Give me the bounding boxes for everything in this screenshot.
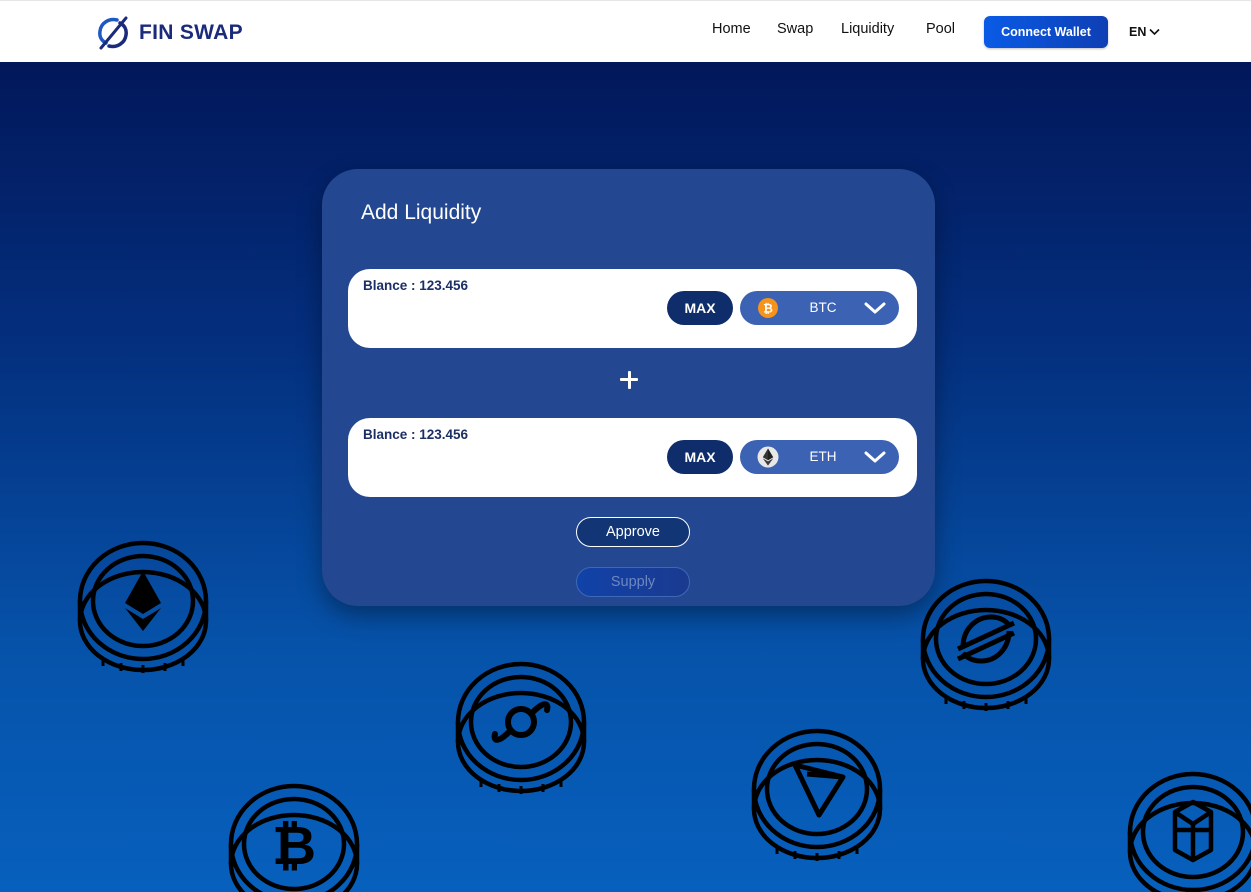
brand-logo[interactable]: FIN SWAP (95, 15, 243, 51)
token-a-balance: Blance : 123.456 (363, 278, 469, 293)
token-b-max-button[interactable]: MAX (667, 440, 733, 474)
token-b-balance: Blance : 123.456 (363, 427, 469, 442)
bitcoin-icon: ₿ (758, 298, 778, 318)
language-selector[interactable]: EN (1129, 25, 1160, 39)
connect-wallet-button[interactable]: Connect Wallet (984, 16, 1108, 48)
helium-coin-icon (455, 661, 587, 794)
brand-name: FIN SWAP (139, 21, 243, 44)
supply-button[interactable]: Supply (576, 567, 690, 597)
token-a-max-button[interactable]: MAX (667, 291, 733, 325)
ethereum-coin-icon (77, 540, 209, 673)
stellar-coin-icon (920, 578, 1052, 711)
plus-icon (618, 368, 642, 392)
token-b-symbol: ETH (809, 449, 837, 464)
nav-liquidity[interactable]: Liquidity (841, 21, 894, 37)
fantom-coin-icon (1127, 771, 1251, 892)
chevron-down-icon (864, 302, 886, 314)
token-a-symbol: BTC (809, 300, 837, 315)
nav-swap[interactable]: Swap (777, 21, 813, 37)
token-a-panel: Blance : 123.456 MAX ₿ BTC (348, 269, 917, 348)
svg-text:₿: ₿ (272, 814, 316, 877)
chevron-down-icon (1149, 28, 1160, 36)
approve-button[interactable]: Approve (576, 517, 690, 547)
nav-pool[interactable]: Pool (926, 21, 955, 37)
top-navbar: FIN SWAP Home Swap Liquidity Pool Connec… (0, 0, 1251, 62)
token-a-selector[interactable]: ₿ BTC (740, 291, 899, 325)
tron-coin-icon (751, 728, 883, 861)
ethereum-icon (757, 446, 779, 468)
language-label: EN (1129, 25, 1147, 39)
nav-home[interactable]: Home (712, 21, 751, 37)
hero-section: ₿ Add Liquidity Blance: 123.456 MAX ₿ B… (0, 62, 1251, 892)
bitcoin-coin-icon: ₿ (228, 783, 360, 892)
finswap-logo-icon (98, 16, 128, 50)
card-title: Add Liquidity (361, 201, 482, 224)
token-b-panel: Blance : 123.456 MAX ETH (348, 418, 917, 497)
add-liquidity-card: Add Liquidity Blance : 123.456 MAX ₿ BTC… (322, 169, 935, 606)
token-b-selector[interactable]: ETH (740, 440, 899, 474)
chevron-down-icon (864, 451, 886, 463)
svg-text:₿: ₿ (763, 302, 773, 316)
